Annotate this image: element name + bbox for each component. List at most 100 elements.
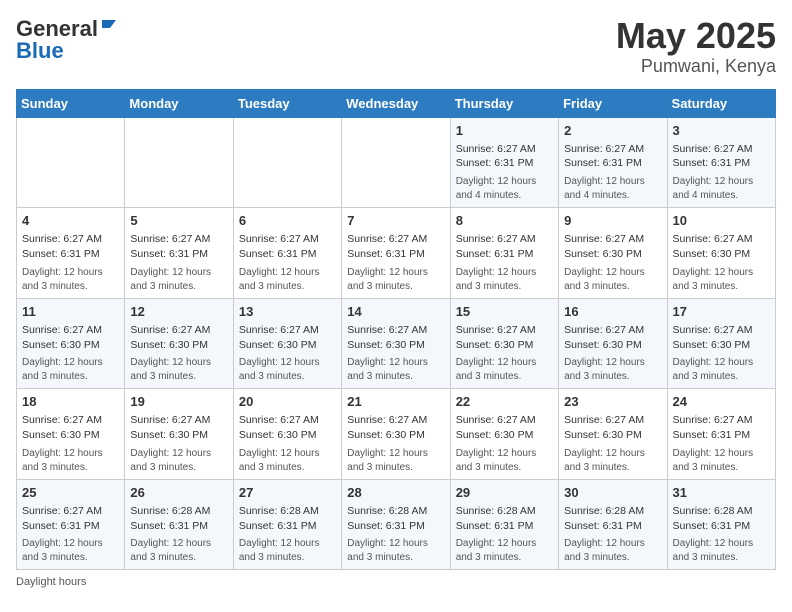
calendar-cell: 3Sunrise: 6:27 AMSunset: 6:31 PMDaylight…: [667, 117, 775, 208]
sunset-text: Sunset: 6:31 PM: [456, 247, 553, 262]
calendar-cell: 18Sunrise: 6:27 AMSunset: 6:30 PMDayligh…: [17, 389, 125, 480]
day-number: 14: [347, 303, 444, 321]
sunrise-text: Sunrise: 6:27 AM: [22, 323, 119, 338]
day-number: 11: [22, 303, 119, 321]
sunset-text: Sunset: 6:30 PM: [130, 338, 227, 353]
day-number: 29: [456, 484, 553, 502]
day-number: 22: [456, 393, 553, 411]
col-sunday: Sunday: [17, 89, 125, 117]
calendar-cell: 16Sunrise: 6:27 AMSunset: 6:30 PMDayligh…: [559, 298, 667, 389]
sunrise-text: Sunrise: 6:27 AM: [130, 413, 227, 428]
calendar-cell: 19Sunrise: 6:27 AMSunset: 6:30 PMDayligh…: [125, 389, 233, 480]
calendar-cell: [342, 117, 450, 208]
daylight-text: Daylight: 12 hours and 4 minutes.: [673, 175, 770, 203]
day-number: 20: [239, 393, 336, 411]
calendar-cell: 8Sunrise: 6:27 AMSunset: 6:31 PMDaylight…: [450, 208, 558, 299]
sunrise-text: Sunrise: 6:27 AM: [22, 232, 119, 247]
day-number: 27: [239, 484, 336, 502]
day-number: 4: [22, 212, 119, 230]
calendar-cell: 27Sunrise: 6:28 AMSunset: 6:31 PMDayligh…: [233, 479, 341, 570]
sunrise-text: Sunrise: 6:27 AM: [347, 413, 444, 428]
daylight-text: Daylight: 12 hours and 3 minutes.: [456, 356, 553, 384]
calendar-cell: 31Sunrise: 6:28 AMSunset: 6:31 PMDayligh…: [667, 479, 775, 570]
calendar-cell: 21Sunrise: 6:27 AMSunset: 6:30 PMDayligh…: [342, 389, 450, 480]
sunrise-text: Sunrise: 6:28 AM: [456, 504, 553, 519]
daylight-text: Daylight: 12 hours and 3 minutes.: [22, 356, 119, 384]
day-number: 12: [130, 303, 227, 321]
sunset-text: Sunset: 6:30 PM: [564, 247, 661, 262]
sunset-text: Sunset: 6:30 PM: [239, 428, 336, 443]
daylight-text: Daylight: 12 hours and 3 minutes.: [239, 447, 336, 475]
sunrise-text: Sunrise: 6:27 AM: [239, 413, 336, 428]
daylight-text: Daylight: 12 hours and 3 minutes.: [564, 356, 661, 384]
daylight-hours-label: Daylight hours: [16, 576, 86, 588]
col-monday: Monday: [125, 89, 233, 117]
sunrise-text: Sunrise: 6:27 AM: [673, 232, 770, 247]
sunrise-text: Sunrise: 6:28 AM: [564, 504, 661, 519]
daylight-text: Daylight: 12 hours and 3 minutes.: [239, 356, 336, 384]
day-number: 16: [564, 303, 661, 321]
daylight-text: Daylight: 12 hours and 3 minutes.: [130, 356, 227, 384]
day-number: 10: [673, 212, 770, 230]
daylight-text: Daylight: 12 hours and 3 minutes.: [239, 266, 336, 294]
col-tuesday: Tuesday: [233, 89, 341, 117]
calendar-week-4: 18Sunrise: 6:27 AMSunset: 6:30 PMDayligh…: [17, 389, 776, 480]
daylight-text: Daylight: 12 hours and 4 minutes.: [564, 175, 661, 203]
sunset-text: Sunset: 6:31 PM: [347, 247, 444, 262]
sunset-text: Sunset: 6:31 PM: [130, 519, 227, 534]
sunrise-text: Sunrise: 6:27 AM: [673, 323, 770, 338]
daylight-text: Daylight: 12 hours and 3 minutes.: [564, 266, 661, 294]
sunrise-text: Sunrise: 6:28 AM: [673, 504, 770, 519]
daylight-text: Daylight: 12 hours and 3 minutes.: [130, 447, 227, 475]
sunset-text: Sunset: 6:31 PM: [130, 247, 227, 262]
day-number: 2: [564, 122, 661, 140]
sunrise-text: Sunrise: 6:27 AM: [130, 232, 227, 247]
calendar-cell: 1Sunrise: 6:27 AMSunset: 6:31 PMDaylight…: [450, 117, 558, 208]
day-number: 6: [239, 212, 336, 230]
sunset-text: Sunset: 6:31 PM: [239, 519, 336, 534]
sunrise-text: Sunrise: 6:27 AM: [564, 413, 661, 428]
daylight-text: Daylight: 12 hours and 3 minutes.: [22, 537, 119, 565]
sunset-text: Sunset: 6:31 PM: [456, 519, 553, 534]
sunset-text: Sunset: 6:30 PM: [564, 338, 661, 353]
logo-blue-text: Blue: [16, 38, 64, 64]
day-number: 5: [130, 212, 227, 230]
day-number: 28: [347, 484, 444, 502]
logo-flag-icon: [100, 18, 118, 36]
calendar-cell: 20 Sunrise: 6:27 AMSunset: 6:30 PM Dayligh…: [233, 389, 341, 480]
sunset-text: Sunset: 6:30 PM: [239, 338, 336, 353]
day-number: 19: [130, 393, 227, 411]
sunrise-text: Sunrise: 6:28 AM: [347, 504, 444, 519]
sunset-text: Sunset: 6:30 PM: [347, 338, 444, 353]
sunset-text: Sunset: 6:30 PM: [456, 428, 553, 443]
calendar-cell: 6Sunrise: 6:27 AMSunset: 6:31 PMDaylight…: [233, 208, 341, 299]
logo: General Blue: [16, 16, 118, 64]
sunset-text: Sunset: 6:31 PM: [564, 519, 661, 534]
calendar-table: Sunday Monday Tuesday Wednesday Thursday…: [16, 89, 776, 571]
day-number: 15: [456, 303, 553, 321]
day-number: 17: [673, 303, 770, 321]
sunrise-text: Sunrise: 6:27 AM: [673, 142, 770, 157]
daylight-text: Daylight: 12 hours and 3 minutes.: [673, 447, 770, 475]
daylight-text: Daylight: 12 hours and 3 minutes.: [22, 266, 119, 294]
daylight-text: Daylight: 12 hours and 3 minutes.: [456, 447, 553, 475]
daylight-text: Daylight: 12 hours and 3 minutes.: [564, 447, 661, 475]
day-number: 21: [347, 393, 444, 411]
sunset-text: Sunset: 6:31 PM: [673, 519, 770, 534]
calendar-cell: 26Sunrise: 6:28 AMSunset: 6:31 PMDayligh…: [125, 479, 233, 570]
sunset-text: Sunset: 6:31 PM: [22, 247, 119, 262]
daylight-text: Daylight: 12 hours and 3 minutes.: [347, 266, 444, 294]
col-thursday: Thursday: [450, 89, 558, 117]
sunrise-text: Sunrise: 6:27 AM: [564, 142, 661, 157]
daylight-text: Daylight: 12 hours and 3 minutes.: [130, 266, 227, 294]
calendar-cell: 17Sunrise: 6:27 AMSunset: 6:30 PMDayligh…: [667, 298, 775, 389]
calendar-cell: [17, 117, 125, 208]
day-number: 9: [564, 212, 661, 230]
sunrise-text: Sunrise: 6:27 AM: [564, 232, 661, 247]
sunrise-text: Sunrise: 6:27 AM: [673, 413, 770, 428]
sunset-text: Sunset: 6:30 PM: [564, 428, 661, 443]
day-number: 1: [456, 122, 553, 140]
calendar-cell: 23Sunrise: 6:27 AMSunset: 6:30 PMDayligh…: [559, 389, 667, 480]
daylight-text: Daylight: 12 hours and 3 minutes.: [130, 537, 227, 565]
calendar-week-5: 25Sunrise: 6:27 AMSunset: 6:31 PMDayligh…: [17, 479, 776, 570]
